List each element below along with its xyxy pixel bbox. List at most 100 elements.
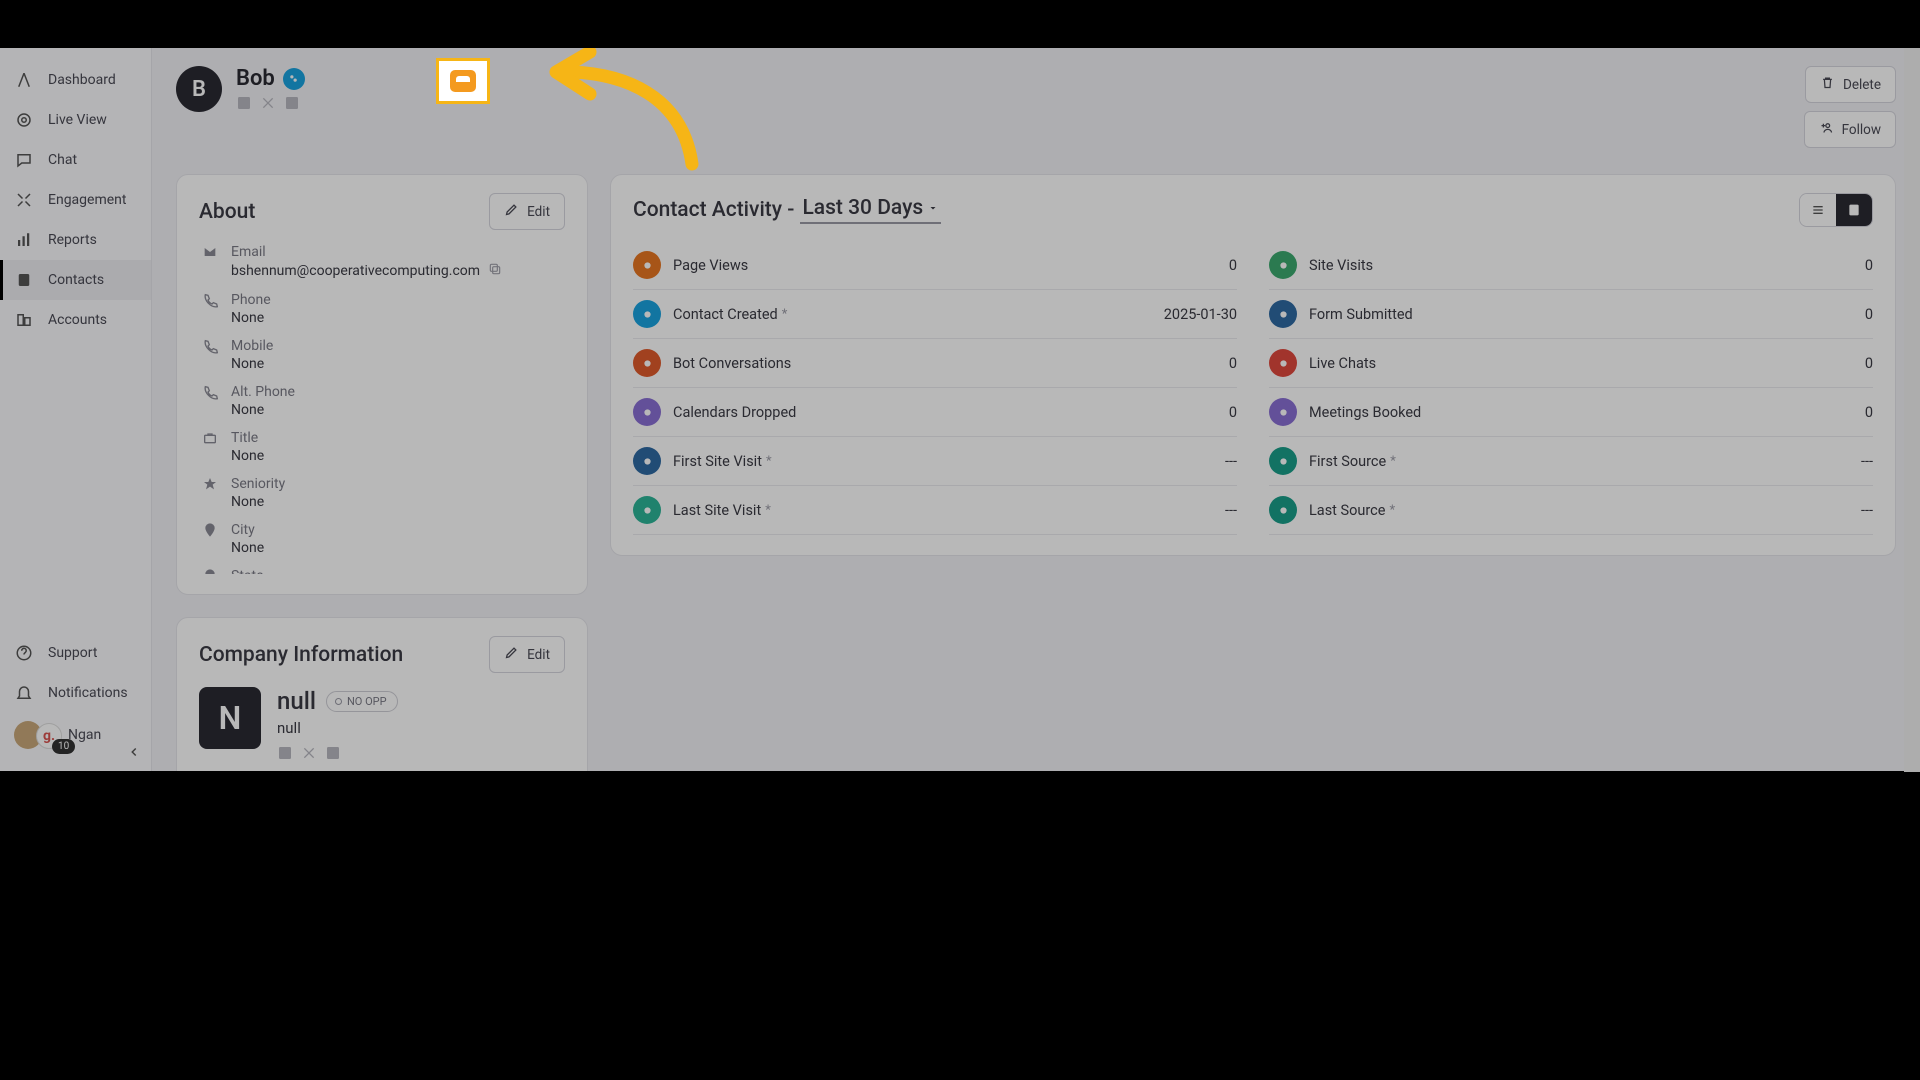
contact-name: Bob [236,66,275,91]
company-avatar: N [199,687,261,749]
contacts-icon [14,270,34,290]
activity-label: Meetings Booked [1309,404,1421,421]
nav-label: Dashboard [48,72,116,88]
company-title: Company Information [199,643,403,667]
nav-reports[interactable]: Reports [0,220,151,260]
edit-company-button[interactable]: Edit [489,636,565,673]
nav-label: Engagement [48,192,126,208]
activity-label: Page Views [673,257,748,274]
activity-value: --- [1225,453,1237,470]
nav-label: Support [48,645,97,661]
chat-icon [14,150,34,170]
logo-icon [14,70,34,90]
nav-label: Chat [48,152,77,168]
main-content: B Bob Delete Follow [152,48,1920,771]
nav-engagement[interactable]: Engagement [0,180,151,220]
company-subtitle: null [277,719,398,737]
field-state: State [199,568,565,574]
logo-item[interactable]: Dashboard [0,60,151,100]
opportunity-badge: NO OPP [326,691,398,712]
linkedin-icon[interactable] [277,745,293,765]
view-list-button[interactable] [1800,194,1836,226]
activity-label: First Site Visit * [673,453,772,470]
activity-row: Last Site Visit * --- [633,486,1237,535]
nav-live-view[interactable]: Live View [0,100,151,140]
activity-row: Meetings Booked 0 [1269,388,1873,437]
activity-icon [633,349,661,377]
activity-icon [633,251,661,279]
activity-icon [633,447,661,475]
nav-label: Contacts [48,272,104,288]
delete-button[interactable]: Delete [1805,66,1896,103]
activity-value: --- [1225,502,1237,519]
activity-row: Page Views 0 [633,241,1237,290]
activity-grid: Page Views 0 Contact Created * 2025-01-3… [633,241,1873,535]
activity-row: Contact Created * 2025-01-30 [633,290,1237,339]
activity-icon [633,496,661,524]
activity-value: --- [1861,502,1873,519]
activity-value: 0 [1229,257,1237,274]
activity-label: Calendars Dropped [673,404,796,421]
activity-row: Form Submitted 0 [1269,290,1873,339]
activity-icon [1269,251,1297,279]
nav-support[interactable]: Support [0,633,151,673]
activity-value: --- [1861,453,1873,470]
activity-value: 0 [1229,355,1237,372]
pencil-icon [504,202,519,221]
browser-scrollbar[interactable] [1904,48,1920,772]
sidebar: Dashboard Live View Chat Engagement Repo… [0,48,152,771]
edit-about-button[interactable]: Edit [489,193,565,230]
nav-label: Notifications [48,685,128,701]
activity-row: Calendars Dropped 0 [633,388,1237,437]
about-title: About [199,200,255,224]
phone-icon [199,338,221,354]
view-toggle [1799,193,1873,227]
integration-badge-icon[interactable] [283,68,305,90]
nav-chat[interactable]: Chat [0,140,151,180]
trash-icon [1820,75,1835,94]
field-title: Title None [199,430,565,464]
pencil-icon [504,645,519,664]
nav-label: Live View [48,112,107,128]
accounts-icon [14,310,34,330]
x-icon[interactable] [260,95,276,115]
field-mobile: Mobile None [199,338,565,372]
contact-header: B Bob Delete Follow [176,66,1896,148]
collapse-sidebar-button[interactable] [127,744,141,763]
activity-label: First Source * [1309,453,1396,470]
nav-label: Reports [48,232,97,248]
x-icon[interactable] [301,745,317,765]
activity-label: Form Submitted [1309,306,1413,323]
briefcase-icon [199,430,221,446]
activity-value: 0 [1865,355,1873,372]
activity-icon [633,300,661,328]
field-phone: Phone None [199,292,565,326]
location-icon [199,522,221,538]
activity-icon [1269,300,1297,328]
location-icon [199,568,221,574]
activity-label: Bot Conversations [673,355,791,372]
activity-label: Contact Created * [673,306,787,323]
follow-button[interactable]: Follow [1804,111,1896,148]
activity-icon [1269,447,1297,475]
activity-value: 2025-01-30 [1164,306,1237,323]
nav-notifications[interactable]: Notifications [0,673,151,713]
field-seniority: Seniority None [199,476,565,510]
view-card-button[interactable] [1836,194,1872,226]
activity-value: 0 [1865,306,1873,323]
activity-row: First Source * --- [1269,437,1873,486]
phone-icon [199,292,221,308]
activity-range-dropdown[interactable]: Last 30 Days [800,196,941,224]
nav-accounts[interactable]: Accounts [0,300,151,340]
activity-icon [1269,496,1297,524]
contact-avatar: B [176,66,222,112]
activity-label: Site Visits [1309,257,1373,274]
copy-icon[interactable] [488,262,502,280]
facebook-icon[interactable] [325,745,341,765]
live-view-icon [14,110,34,130]
nav-contacts[interactable]: Contacts [0,260,151,300]
company-name: null [277,687,316,715]
activity-label: Last Site Visit * [673,502,771,519]
linkedin-icon[interactable] [236,95,252,115]
facebook-icon[interactable] [284,95,300,115]
